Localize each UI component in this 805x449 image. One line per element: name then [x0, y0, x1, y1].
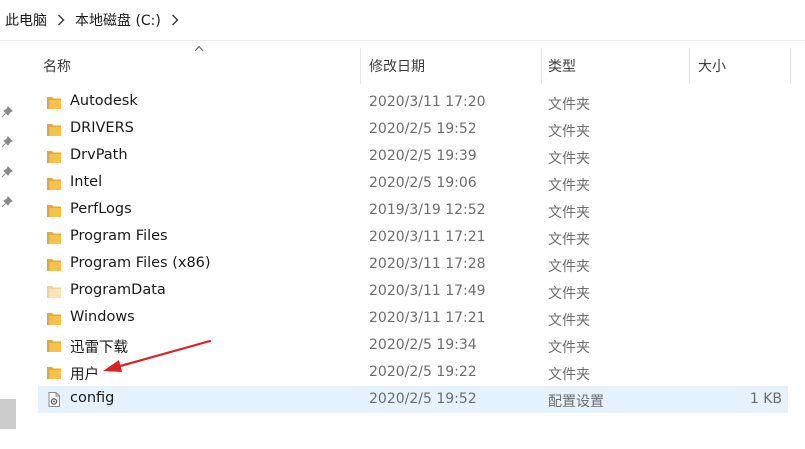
- file-type: 文件夹: [548, 205, 590, 221]
- breadcrumb-local-disk-c[interactable]: 本地磁盘 (C:): [75, 10, 161, 30]
- file-modified-date: 2020/3/11 17:21: [369, 229, 486, 245]
- chevron-right-icon[interactable]: [57, 14, 65, 26]
- file-modified-date: 2019/3/19 12:52: [369, 202, 486, 218]
- file-type: 配置设置: [548, 394, 604, 410]
- folder-icon: [46, 203, 62, 218]
- file-name: Program Files: [70, 228, 168, 244]
- column-header-name[interactable]: 名称: [43, 56, 71, 76]
- file-name: PerfLogs: [70, 201, 132, 217]
- folder-icon: [46, 230, 62, 245]
- folder-icon: [46, 338, 62, 353]
- file-row[interactable]: ProgramData 2020/3/11 17:49 文件夹: [38, 278, 788, 305]
- file-row[interactable]: config 2020/2/5 19:52 配置设置 1 KB: [38, 386, 788, 413]
- folder-hidden-icon: [46, 284, 62, 299]
- file-type: 文件夹: [548, 151, 590, 167]
- column-divider[interactable]: [689, 48, 690, 84]
- file-name: Windows: [70, 309, 135, 325]
- file-type: 文件夹: [548, 124, 590, 140]
- column-header-modified[interactable]: 修改日期: [369, 56, 425, 76]
- folder-icon: [46, 257, 62, 272]
- folder-icon: [46, 176, 62, 191]
- navigation-pane: [0, 41, 18, 449]
- file-modified-date: 2020/2/5 19:34: [369, 337, 477, 353]
- file-row[interactable]: Intel 2020/2/5 19:06 文件夹: [38, 170, 788, 197]
- breadcrumb: 此电脑 本地磁盘 (C:): [0, 0, 805, 41]
- file-name: Autodesk: [70, 93, 138, 109]
- folder-icon: [46, 122, 62, 137]
- file-type: 文件夹: [548, 286, 590, 302]
- file-type: 文件夹: [548, 97, 590, 113]
- file-row[interactable]: DRIVERS 2020/2/5 19:52 文件夹: [38, 116, 788, 143]
- column-divider[interactable]: [541, 48, 542, 84]
- file-row[interactable]: Program Files (x86) 2020/3/11 17:28 文件夹: [38, 251, 788, 278]
- file-size: 1 KB: [749, 391, 782, 407]
- pin-icon[interactable]: [1, 196, 13, 208]
- file-row[interactable]: Windows 2020/3/11 17:21 文件夹: [38, 305, 788, 332]
- pin-icon[interactable]: [1, 166, 13, 178]
- chevron-right-icon[interactable]: [171, 14, 179, 26]
- column-header-size[interactable]: 大小: [698, 56, 726, 76]
- nav-selected-item[interactable]: [0, 399, 16, 429]
- column-header-type[interactable]: 类型: [548, 56, 576, 76]
- column-divider[interactable]: [790, 48, 791, 84]
- config-file-icon: [46, 392, 62, 407]
- file-modified-date: 2020/3/11 17:21: [369, 310, 486, 326]
- folder-icon: [46, 149, 62, 164]
- file-modified-date: 2020/2/5 19:52: [369, 121, 477, 137]
- file-modified-date: 2020/2/5 19:22: [369, 364, 477, 380]
- file-row[interactable]: Autodesk 2020/3/11 17:20 文件夹: [38, 89, 788, 116]
- file-name: DRIVERS: [70, 120, 134, 136]
- file-name: config: [70, 390, 115, 406]
- red-arrow-annotation: [103, 339, 212, 372]
- file-type: 文件夹: [548, 367, 590, 383]
- file-modified-date: 2020/3/11 17:20: [369, 94, 486, 110]
- file-row[interactable]: Program Files 2020/3/11 17:21 文件夹: [38, 224, 788, 251]
- folder-icon: [46, 95, 62, 110]
- sort-ascending-icon: [194, 45, 204, 52]
- file-modified-date: 2020/2/5 19:39: [369, 148, 477, 164]
- file-row[interactable]: DrvPath 2020/2/5 19:39 文件夹: [38, 143, 788, 170]
- file-modified-date: 2020/2/5 19:52: [369, 391, 477, 407]
- file-name: Intel: [70, 174, 103, 190]
- file-type: 文件夹: [548, 178, 590, 194]
- file-name: Program Files (x86): [70, 255, 211, 271]
- file-modified-date: 2020/3/11 17:49: [369, 283, 486, 299]
- pin-icon[interactable]: [1, 136, 13, 148]
- column-divider[interactable]: [360, 48, 361, 84]
- column-header-bar: 名称 修改日期 类型 大小: [38, 44, 804, 88]
- file-type: 文件夹: [548, 340, 590, 356]
- pin-icon[interactable]: [1, 106, 13, 118]
- file-type: 文件夹: [548, 259, 590, 275]
- file-modified-date: 2020/2/5 19:06: [369, 175, 477, 191]
- file-modified-date: 2020/3/11 17:28: [369, 256, 486, 272]
- file-type: 文件夹: [548, 232, 590, 248]
- folder-icon: [46, 311, 62, 326]
- breadcrumb-this-pc[interactable]: 此电脑: [5, 10, 47, 30]
- file-row[interactable]: PerfLogs 2019/3/19 12:52 文件夹: [38, 197, 788, 224]
- folder-icon: [46, 365, 62, 380]
- file-type: 文件夹: [548, 313, 590, 329]
- file-name: DrvPath: [70, 147, 128, 163]
- file-name: ProgramData: [70, 282, 166, 298]
